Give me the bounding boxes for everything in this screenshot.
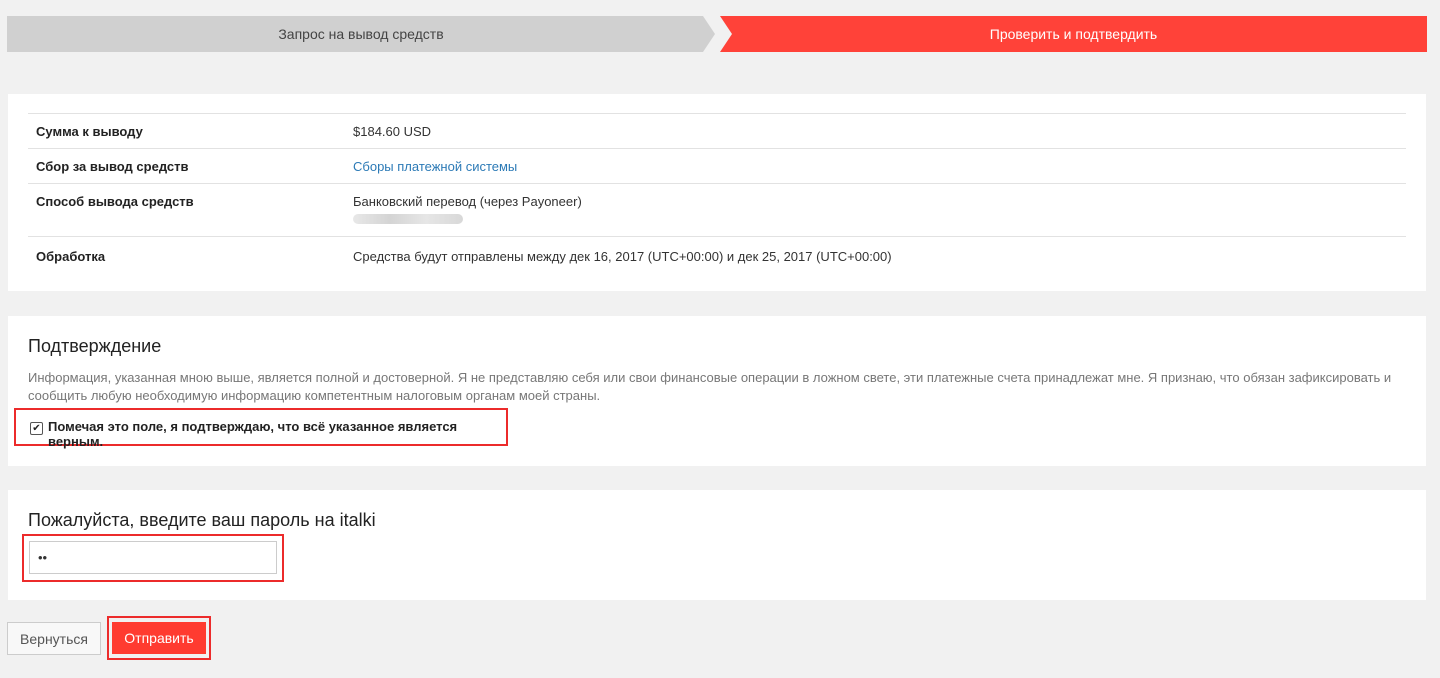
row-label: Сумма к выводу [36, 124, 143, 139]
confirm-checkbox-label[interactable]: Помечая это поле, я подтверждаю, что всё… [48, 419, 506, 449]
withdrawal-summary-panel: Сумма к выводу $184.60 USD Сбор за вывод… [8, 94, 1426, 291]
confirmation-panel: Подтверждение Информация, указанная мною… [8, 316, 1426, 466]
withdrawal-amount: $184.60 USD [353, 124, 432, 139]
submit-button[interactable]: Отправить [112, 622, 206, 654]
redacted-account-info [353, 214, 463, 224]
password-title: Пожалуйста, введите ваш пароль на italki [28, 510, 376, 530]
row-label: Способ вывода средств [36, 194, 194, 209]
submit-highlight: Отправить [107, 616, 211, 660]
row-label: Обработка [36, 249, 106, 264]
password-panel: Пожалуйста, введите ваш пароль на italki [8, 490, 1426, 600]
password-highlight [22, 534, 284, 582]
step-request-withdrawal: Запрос на вывод средств [7, 16, 715, 52]
back-button[interactable]: Вернуться [7, 622, 101, 655]
withdrawal-method: Банковский перевод (через Payoneer) [353, 194, 582, 209]
row-label: Сбор за вывод средств [36, 159, 189, 174]
table-row: Способ вывода средств Банковский перевод… [28, 184, 1406, 237]
payment-system-fees-link[interactable]: Сборы платежной системы [353, 159, 517, 174]
processing-dates: Средства будут отправлены между дек 16, … [353, 249, 892, 264]
table-row: Сумма к выводу $184.60 USD [28, 114, 1406, 149]
step-review-confirm: Проверить и подтвердить [720, 16, 1427, 52]
confirmation-statement: Информация, указанная мною выше, являетс… [28, 370, 1392, 403]
confirmation-title: Подтверждение [28, 336, 162, 356]
confirm-checkbox[interactable]: ✔ [30, 422, 43, 435]
progress-steps: Запрос на вывод средств Проверить и подт… [7, 16, 1427, 52]
table-row: Обработка Средства будут отправлены межд… [28, 237, 1406, 273]
table-row: Сбор за вывод средств Сборы платежной си… [28, 149, 1406, 184]
summary-table: Сумма к выводу $184.60 USD Сбор за вывод… [28, 113, 1406, 273]
confirmation-highlight: ✔ Помечая это поле, я подтверждаю, что в… [14, 408, 508, 449]
password-input[interactable] [29, 541, 277, 574]
